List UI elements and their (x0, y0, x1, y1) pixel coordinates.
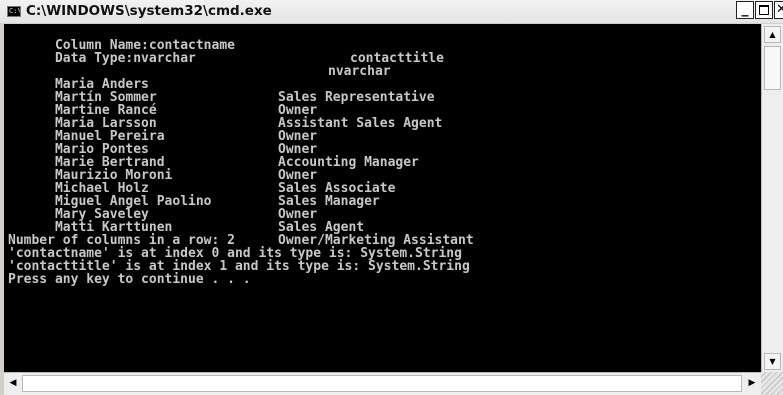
scroll-up-button[interactable]: ▲ (764, 26, 781, 43)
arrow-down-icon: ▼ (769, 357, 776, 366)
console-output[interactable]: Column Name:contactname contacttitle Dat… (4, 24, 761, 372)
vertical-scrollbar[interactable]: ▲ ▼ (761, 24, 783, 372)
minimize-icon: _ (741, 1, 749, 17)
arrow-up-icon: ▲ (769, 30, 776, 39)
minimize-button[interactable]: _ (736, 1, 754, 19)
press-any-key-prompt: Press any key to continue . . . (8, 272, 251, 287)
maximize-icon (759, 5, 769, 15)
horizontal-scrollbar[interactable]: ◀ ▶ (4, 372, 761, 395)
horizontal-scroll-thumb[interactable] (22, 375, 742, 392)
title-bar[interactable]: C:\ C:\WINDOWS\system32\cmd.exe _ ✕ (0, 0, 783, 24)
arrow-right-icon: ▶ (748, 378, 756, 388)
close-icon: ✕ (776, 2, 783, 17)
resize-grip[interactable] (761, 372, 783, 395)
scroll-down-button[interactable]: ▼ (764, 353, 781, 370)
data-type-second: nvarchar (328, 64, 391, 79)
scroll-right-button[interactable]: ▶ (745, 376, 759, 391)
scroll-left-button[interactable]: ◀ (6, 376, 20, 391)
data-type-label: Data Type:nvarchar (54, 51, 196, 66)
arrow-left-icon: ◀ (9, 378, 17, 388)
cmd-app-icon[interactable]: C:\ (7, 6, 21, 17)
cmd-window: C:\ C:\WINDOWS\system32\cmd.exe _ ✕ Colu… (0, 0, 783, 395)
maximize-button[interactable] (755, 1, 773, 19)
close-button[interactable]: ✕ (774, 1, 783, 19)
window-title: C:\WINDOWS\system32\cmd.exe (26, 3, 272, 19)
vertical-scroll-thumb[interactable] (764, 46, 781, 90)
